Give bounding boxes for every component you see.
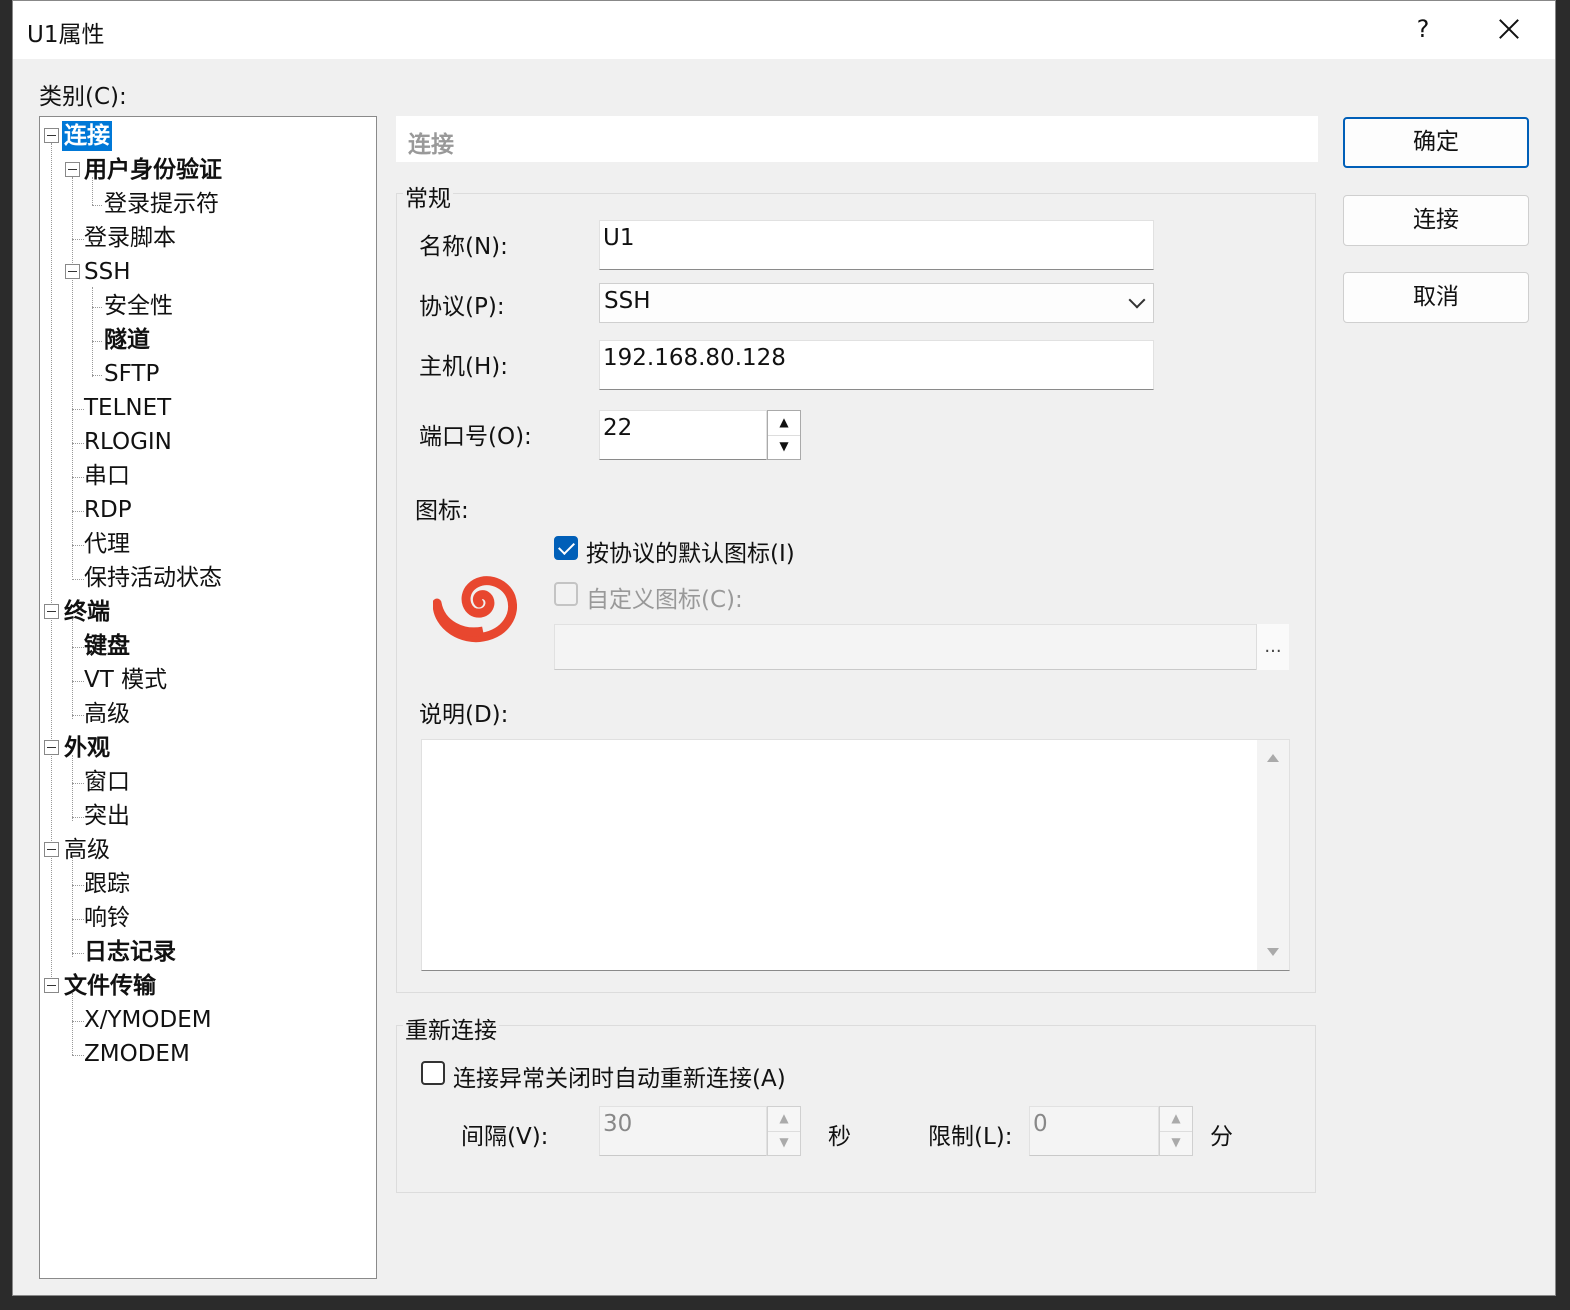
category-tree[interactable]: 连接 用户身份验证 登录提示符 登录脚本 SSH 安全性 隧道 SFTP TEL… xyxy=(39,116,377,1279)
host-label: 主机(H): xyxy=(419,354,508,380)
host-input[interactable]: 192.168.80.128 xyxy=(599,340,1154,390)
general-group-title: 常规 xyxy=(403,179,453,213)
reconnect-group-title: 重新连接 xyxy=(403,1011,499,1045)
tree-item-connection[interactable]: 连接 xyxy=(62,121,112,151)
help-button[interactable]: ? xyxy=(1405,11,1441,47)
name-label: 名称(N): xyxy=(419,234,508,260)
tree-item-terminal-advanced[interactable]: 高级 xyxy=(84,699,130,729)
default-icon-checkbox[interactable] xyxy=(554,536,578,560)
description-scrollbar[interactable] xyxy=(1257,740,1289,970)
port-stepper[interactable]: ▲ ▼ xyxy=(767,410,801,460)
tree-item-zmodem[interactable]: ZMODEM xyxy=(84,1039,190,1069)
panel-title: 连接 xyxy=(408,132,454,158)
limit-stepper[interactable]: ▲ ▼ xyxy=(1159,1106,1193,1156)
tree-item-file-transfer[interactable]: 文件传输 xyxy=(64,971,156,1001)
auto-reconnect-checkbox[interactable] xyxy=(421,1061,445,1085)
expand-toggle-icon[interactable] xyxy=(65,264,80,279)
properties-dialog: U1属性 ? 类别(C): 连接 用户身份验证 登录提示符 登录脚本 SSH 安… xyxy=(12,0,1556,1296)
tree-item-tunnel[interactable]: 隧道 xyxy=(104,325,150,355)
category-label: 类别(C): xyxy=(39,84,127,110)
stepper-up-icon[interactable]: ▲ xyxy=(768,1107,800,1132)
interval-stepper[interactable]: ▲ ▼ xyxy=(767,1106,801,1156)
tree-item-trace[interactable]: 跟踪 xyxy=(84,869,130,899)
description-label: 说明(D): xyxy=(419,702,509,728)
stepper-up-icon[interactable]: ▲ xyxy=(1160,1107,1192,1132)
protocol-select[interactable]: SSH xyxy=(599,283,1154,323)
limit-label: 限制(L): xyxy=(928,1124,1013,1150)
ssh-protocol-logo-icon xyxy=(433,576,517,643)
tree-item-keepalive[interactable]: 保持活动状态 xyxy=(84,563,222,593)
expand-toggle-icon[interactable] xyxy=(44,740,59,755)
browse-button[interactable]: ... xyxy=(1256,624,1289,670)
tree-item-telnet[interactable]: TELNET xyxy=(84,393,171,423)
tree-item-highlight[interactable]: 突出 xyxy=(84,801,130,831)
tree-item-ssh[interactable]: SSH xyxy=(84,257,131,287)
limit-unit: 分 xyxy=(1210,1124,1233,1150)
default-icon-label[interactable]: 按协议的默认图标(I) xyxy=(586,534,795,568)
tree-item-proxy[interactable]: 代理 xyxy=(84,529,130,559)
connect-button[interactable]: 连接 xyxy=(1343,195,1529,246)
interval-unit: 秒 xyxy=(828,1124,851,1150)
tree-item-terminal[interactable]: 终端 xyxy=(64,597,110,627)
tree-item-auth[interactable]: 用户身份验证 xyxy=(84,155,222,185)
expand-toggle-icon[interactable] xyxy=(44,604,59,619)
close-icon[interactable] xyxy=(1483,9,1533,49)
name-input[interactable]: U1 xyxy=(599,220,1154,270)
tree-item-vt-mode[interactable]: VT 模式 xyxy=(84,665,167,695)
tree-item-xymodem[interactable]: X/YMODEM xyxy=(84,1005,212,1035)
expand-toggle-icon[interactable] xyxy=(65,162,80,177)
port-label: 端口号(O): xyxy=(419,424,532,450)
icon-label: 图标: xyxy=(415,498,469,524)
auto-reconnect-label[interactable]: 连接异常关闭时自动重新连接(A) xyxy=(453,1059,786,1093)
description-textarea[interactable] xyxy=(421,739,1290,971)
tree-item-keyboard[interactable]: 键盘 xyxy=(84,631,130,661)
expand-toggle-icon[interactable] xyxy=(44,128,59,143)
expand-toggle-icon[interactable] xyxy=(44,842,59,857)
tree-item-rdp[interactable]: RDP xyxy=(84,495,132,525)
custom-icon-path-input xyxy=(554,624,1288,670)
scroll-down-icon[interactable] xyxy=(1267,948,1279,956)
tree-item-login-script[interactable]: 登录脚本 xyxy=(84,223,176,253)
stepper-down-icon[interactable]: ▼ xyxy=(768,435,800,459)
interval-label: 间隔(V): xyxy=(461,1124,549,1150)
panel-header: 连接 xyxy=(396,116,1318,162)
tree-item-security[interactable]: 安全性 xyxy=(104,291,173,321)
chevron-down-icon xyxy=(1128,291,1146,309)
tree-item-serial[interactable]: 串口 xyxy=(84,461,130,491)
tree-item-sftp[interactable]: SFTP xyxy=(104,359,159,389)
tree-item-login-prompt[interactable]: 登录提示符 xyxy=(104,189,219,219)
limit-input[interactable]: 0 xyxy=(1029,1106,1159,1156)
stepper-down-icon[interactable]: ▼ xyxy=(1160,1131,1192,1155)
custom-icon-label[interactable]: 自定义图标(C): xyxy=(586,580,743,614)
window-title: U1属性 xyxy=(27,22,105,48)
expand-toggle-icon[interactable] xyxy=(44,978,59,993)
tree-item-logging[interactable]: 日志记录 xyxy=(84,937,176,967)
stepper-down-icon[interactable]: ▼ xyxy=(768,1131,800,1155)
protocol-label: 协议(P): xyxy=(419,294,505,320)
title-bar: U1属性 ? xyxy=(13,1,1555,59)
interval-input[interactable]: 30 xyxy=(599,1106,767,1156)
port-input[interactable]: 22 xyxy=(599,410,767,460)
custom-icon-checkbox[interactable] xyxy=(554,582,578,606)
cancel-button[interactable]: 取消 xyxy=(1343,272,1529,323)
scroll-up-icon[interactable] xyxy=(1267,754,1279,762)
tree-item-rlogin[interactable]: RLOGIN xyxy=(84,427,172,457)
tree-item-appearance[interactable]: 外观 xyxy=(64,733,110,763)
ok-button[interactable]: 确定 xyxy=(1343,117,1529,168)
tree-item-bell[interactable]: 响铃 xyxy=(84,903,130,933)
tree-item-advanced[interactable]: 高级 xyxy=(64,835,110,865)
tree-item-window[interactable]: 窗口 xyxy=(84,767,130,797)
stepper-up-icon[interactable]: ▲ xyxy=(768,411,800,436)
protocol-value: SSH xyxy=(604,288,651,314)
